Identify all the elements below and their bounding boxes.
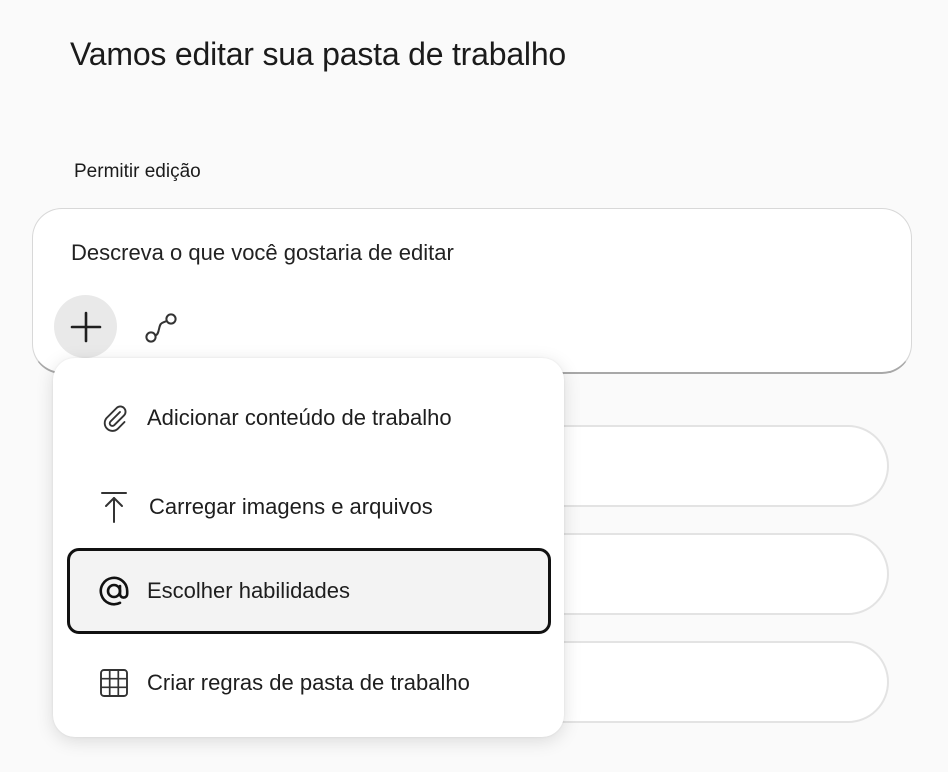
page-title: Vamos editar sua pasta de trabalho [70, 36, 567, 72]
menu-item-label: Adicionar conteúdo de trabalho [147, 405, 452, 430]
prompt-input[interactable]: Descreva o que você gostaria de editar [71, 240, 454, 266]
menu-item-upload-files[interactable]: Carregar imagens e arquivos [67, 464, 551, 550]
allow-editing-label: Permitir edição [74, 161, 201, 182]
menu-item-label: Carregar imagens e arquivos [149, 494, 433, 519]
menu-item-label: Criar regras de pasta de trabalho [147, 670, 470, 695]
prompt-box[interactable]: Descreva o que você gostaria de editar [32, 208, 912, 374]
add-button[interactable] [54, 295, 117, 358]
connect-button[interactable] [141, 308, 181, 348]
add-menu: Adicionar conteúdo de trabalho Carregar … [53, 358, 564, 737]
table-grid-icon [97, 666, 131, 700]
edit-workbook-page: Vamos editar sua pasta de trabalho Permi… [0, 0, 948, 772]
connection-icon [143, 310, 179, 346]
menu-item-label: Escolher habilidades [147, 578, 351, 603]
menu-item-create-workbook-rules[interactable]: Criar regras de pasta de trabalho [67, 640, 551, 726]
paperclip-icon [97, 401, 131, 435]
plus-icon [69, 310, 103, 344]
menu-item-choose-skills[interactable]: Escolher habilidades [67, 548, 551, 634]
upload-icon [97, 490, 131, 524]
menu-item-add-work-content[interactable]: Adicionar conteúdo de trabalho [67, 375, 551, 461]
at-sign-icon [97, 574, 131, 608]
